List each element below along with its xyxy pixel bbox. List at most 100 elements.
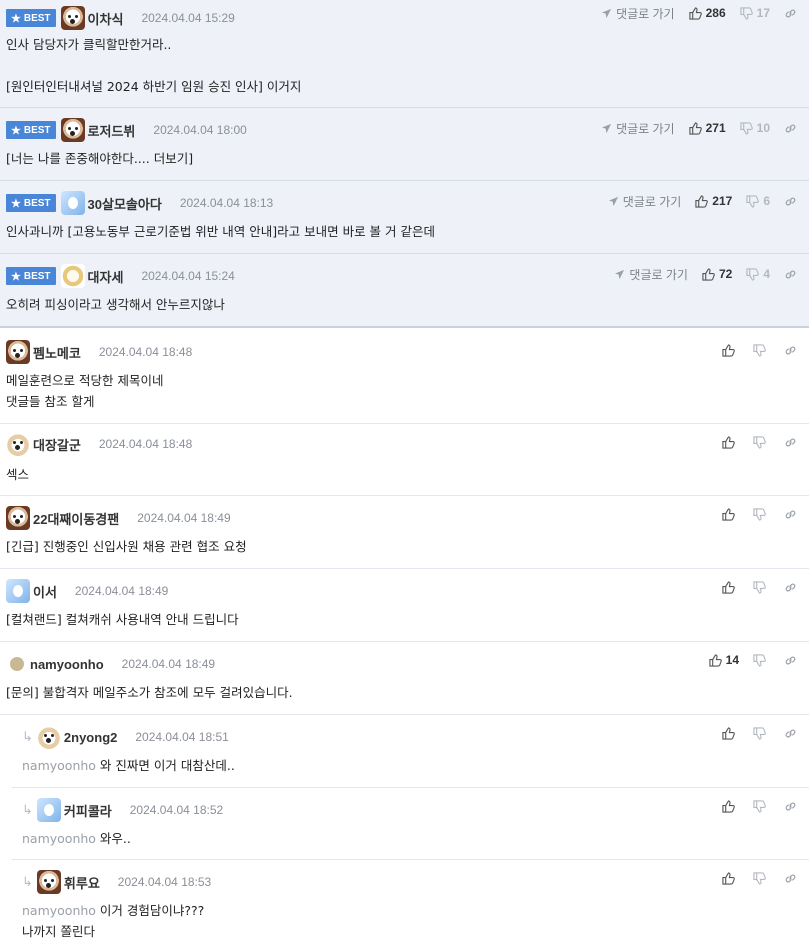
share-button[interactable] — [784, 727, 801, 740]
share-button[interactable] — [784, 872, 801, 885]
comment-author[interactable]: 로저드뷔 — [88, 121, 136, 140]
link-icon — [785, 729, 796, 737]
avatar[interactable] — [60, 191, 85, 215]
avatar[interactable] — [6, 432, 30, 456]
like-button[interactable] — [722, 507, 739, 521]
share-button[interactable] — [784, 581, 801, 594]
comment-date: 2024.04.04 18:49 — [74, 584, 169, 598]
like-button[interactable] — [722, 580, 739, 594]
dislike-button[interactable]: 4 — [746, 267, 770, 281]
comment-body: 오히려 피싱이라고 생각해서 안누르지않나 — [6, 297, 225, 312]
comment-author[interactable]: 커피콜라 — [64, 801, 112, 820]
like-button[interactable] — [722, 435, 739, 449]
share-button[interactable] — [784, 268, 801, 281]
share-button[interactable] — [784, 122, 801, 135]
reply-arrow-icon: ↳ — [22, 874, 33, 890]
avatar[interactable] — [36, 798, 61, 822]
share-button[interactable] — [784, 508, 801, 521]
dislike-button[interactable] — [753, 580, 770, 594]
avatar[interactable] — [60, 118, 85, 142]
link-icon — [785, 197, 796, 205]
comment-author[interactable]: 펨노메코 — [33, 343, 81, 362]
avatar[interactable] — [6, 340, 30, 364]
avatar[interactable] — [36, 870, 61, 894]
thumbs-down-icon — [753, 726, 766, 740]
avatar[interactable] — [60, 264, 85, 288]
like-button[interactable] — [722, 799, 739, 813]
link-icon — [785, 346, 796, 354]
like-button[interactable]: 14 — [709, 653, 739, 667]
comment-author[interactable]: 대자세 — [88, 267, 124, 286]
comment-body: 섹스 — [6, 467, 30, 482]
comment-author[interactable]: 30살모솔아다 — [88, 194, 162, 213]
reply-arrow-icon: ↳ — [22, 802, 33, 818]
like-button[interactable]: 286 — [688, 6, 726, 20]
comment-date: 2024.04.04 18:52 — [129, 803, 224, 817]
thumbs-down-icon — [753, 343, 766, 357]
dislike-button[interactable]: 10 — [740, 121, 770, 135]
mention[interactable]: namyoonho — [22, 903, 96, 918]
share-button[interactable] — [784, 436, 801, 449]
reply: ↳ 커피콜라 2024.04.04 18:52 namyoonho 와우.. — [12, 788, 809, 860]
dislike-button[interactable] — [753, 343, 770, 357]
share-button[interactable] — [784, 800, 801, 813]
like-button[interactable] — [722, 726, 739, 740]
share-button[interactable] — [784, 654, 801, 667]
dislike-button[interactable]: 17 — [740, 6, 770, 20]
dislike-button[interactable] — [753, 653, 770, 667]
link-icon — [785, 802, 796, 810]
avatar[interactable] — [60, 6, 85, 30]
comment-date: 2024.04.04 18:48 — [98, 345, 193, 359]
link-icon — [785, 510, 796, 518]
comment-date: 2024.04.04 18:00 — [153, 123, 247, 137]
comment-date: 2024.04.04 18:49 — [137, 511, 231, 525]
mention[interactable]: namyoonho — [22, 758, 96, 773]
like-button[interactable] — [722, 343, 739, 357]
thumbs-down-icon — [740, 6, 753, 20]
like-button[interactable]: 217 — [695, 194, 732, 208]
like-button[interactable]: 271 — [688, 121, 726, 135]
link-icon — [785, 656, 796, 664]
comment-author[interactable]: 이서 — [33, 582, 57, 601]
comment-author[interactable]: 22대째이동경팬 — [33, 509, 119, 528]
thumbs-up-icon — [722, 726, 735, 740]
thumbs-up-icon — [709, 653, 722, 667]
avatar[interactable] — [6, 579, 30, 603]
send-icon — [601, 8, 612, 18]
go-to-comment-link[interactable]: 댓글로 가기 — [601, 120, 675, 137]
comment-date: 2024.04.04 18:48 — [98, 437, 193, 451]
share-button[interactable] — [784, 344, 801, 357]
go-to-comment-link[interactable]: 댓글로 가기 — [614, 266, 688, 283]
dislike-button[interactable]: 6 — [746, 194, 770, 208]
mention[interactable]: namyoonho — [22, 831, 96, 846]
dislike-button[interactable] — [753, 799, 770, 813]
go-to-comment-link[interactable]: 댓글로 가기 — [601, 5, 675, 22]
like-button[interactable]: 72 — [702, 267, 732, 281]
go-to-comment-link[interactable]: 댓글로 가기 — [608, 193, 681, 210]
comment: namyoonho 2024.04.04 18:49 14 [문의] 불합격자 … — [0, 642, 809, 715]
avatar[interactable] — [10, 657, 24, 671]
like-button[interactable] — [722, 871, 739, 885]
comment-author[interactable]: 이차식 — [88, 9, 124, 28]
comment-body: 인사 담당자가 클릭할만한거라.. [원인터인터내셔널 2024 하반기 임원 … — [6, 37, 302, 94]
dislike-button[interactable] — [753, 507, 770, 521]
share-button[interactable] — [784, 7, 801, 20]
dislike-button[interactable] — [753, 871, 770, 885]
link-icon — [785, 583, 796, 591]
comment-author[interactable]: namyoonho — [30, 657, 104, 672]
comment-author[interactable]: 대장갈군 — [33, 435, 81, 454]
comment-author[interactable]: 2nyong2 — [64, 730, 117, 745]
best-badge: ★ BEST — [6, 9, 56, 27]
dislike-button[interactable] — [753, 726, 770, 740]
dislike-button[interactable] — [753, 435, 770, 449]
avatar[interactable] — [36, 725, 61, 749]
comment-author[interactable]: 휘루요 — [64, 873, 100, 892]
comment-body: [컬쳐랜드] 컬쳐캐쉬 사용내역 안내 드립니다 — [6, 612, 239, 627]
send-icon — [601, 123, 612, 133]
avatar[interactable] — [6, 506, 30, 530]
share-button[interactable] — [784, 195, 801, 208]
best-badge: ★ BEST — [6, 194, 56, 212]
best-comment: ★ BEST 30살모솔아다 2024.04.04 18:13 댓글로 가기 21… — [0, 181, 809, 254]
link-icon — [785, 438, 796, 446]
thumbs-down-icon — [753, 435, 766, 449]
